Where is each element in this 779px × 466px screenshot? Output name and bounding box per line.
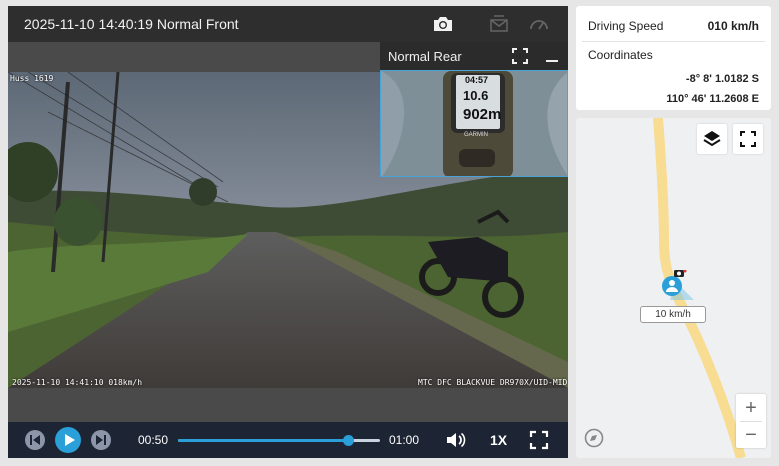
- play-icon[interactable]: [54, 426, 82, 454]
- rear-camera-panel: Normal Rear 04:57 10.6 902m GARMIN: [380, 42, 568, 177]
- front-overlay-timestamp: 2025-11-10 14:41:10 018km/h: [12, 378, 143, 387]
- zoom-out-button[interactable]: −: [736, 422, 766, 448]
- compass-icon[interactable]: [584, 428, 604, 448]
- video-bottom-gap: [8, 388, 568, 422]
- gps-brand: GARMIN: [464, 132, 488, 138]
- seek-bar-progress: [178, 439, 348, 442]
- front-overlay-device: MTC DFC BLACKVUE DR970X/UID-MID: [418, 378, 568, 387]
- map-speed-label: 10 km/h: [640, 306, 706, 323]
- latitude-value: -8° 8' 1.0182 S: [685, 73, 759, 85]
- skip-back-icon[interactable]: [24, 429, 46, 451]
- rear-camera-scene: [381, 71, 567, 176]
- rear-camera-header: Normal Rear: [380, 42, 568, 70]
- gps-speed: 10.6: [463, 88, 489, 103]
- longitude-value: 110° 46' 11.2608 E: [666, 93, 759, 105]
- current-time: 00:50: [138, 433, 169, 447]
- person-marker-icon[interactable]: [660, 269, 694, 304]
- volume-icon[interactable]: [444, 430, 466, 450]
- rear-camera-video[interactable]: 04:57 10.6 902m GARMIN: [380, 70, 568, 177]
- coordinates-label: Coordinates: [588, 48, 653, 62]
- seek-bar[interactable]: [178, 435, 380, 446]
- seek-bar-thumb[interactable]: [342, 435, 354, 446]
- front-overlay-label: Huss 1619: [10, 74, 54, 83]
- front-camera-title: 2025-11-10 14:40:19 Normal Front: [24, 16, 239, 32]
- dashcam-viewer: 2025-11-10 14:40:19 Normal Front Huss 16…: [0, 0, 779, 466]
- skip-forward-icon[interactable]: [90, 429, 112, 451]
- minimize-icon[interactable]: [542, 46, 562, 66]
- map-fullscreen-icon[interactable]: [733, 124, 763, 154]
- gps-distance: 902m: [463, 106, 502, 123]
- info-divider: [582, 41, 765, 42]
- trip-info-panel: Driving Speed 010 km/h Coordinates -8° 8…: [576, 6, 771, 110]
- gps-time: 04:57: [465, 75, 489, 85]
- driving-speed-value: 010 km/h: [707, 19, 759, 33]
- expand-icon[interactable]: [510, 46, 530, 66]
- fullscreen-icon[interactable]: [529, 430, 549, 450]
- camera-icon[interactable]: [430, 12, 456, 36]
- playback-speed-button[interactable]: 1X: [490, 432, 507, 448]
- rear-camera-title: Normal Rear: [388, 49, 462, 64]
- player-controls: 00:50 01:00 1X: [8, 422, 568, 458]
- front-camera-header: 2025-11-10 14:40:19 Normal Front: [8, 6, 568, 42]
- zoom-in-button[interactable]: +: [736, 395, 766, 421]
- layers-icon[interactable]: [697, 124, 727, 154]
- video-panel: 2025-11-10 14:40:19 Normal Front Huss 16…: [8, 6, 568, 458]
- map-panel[interactable]: 10 km/h + −: [576, 118, 771, 458]
- zoom-controls: + −: [736, 394, 766, 448]
- total-time: 01:00: [389, 433, 420, 447]
- email-icon[interactable]: [486, 12, 512, 36]
- gauge-icon[interactable]: [526, 12, 552, 36]
